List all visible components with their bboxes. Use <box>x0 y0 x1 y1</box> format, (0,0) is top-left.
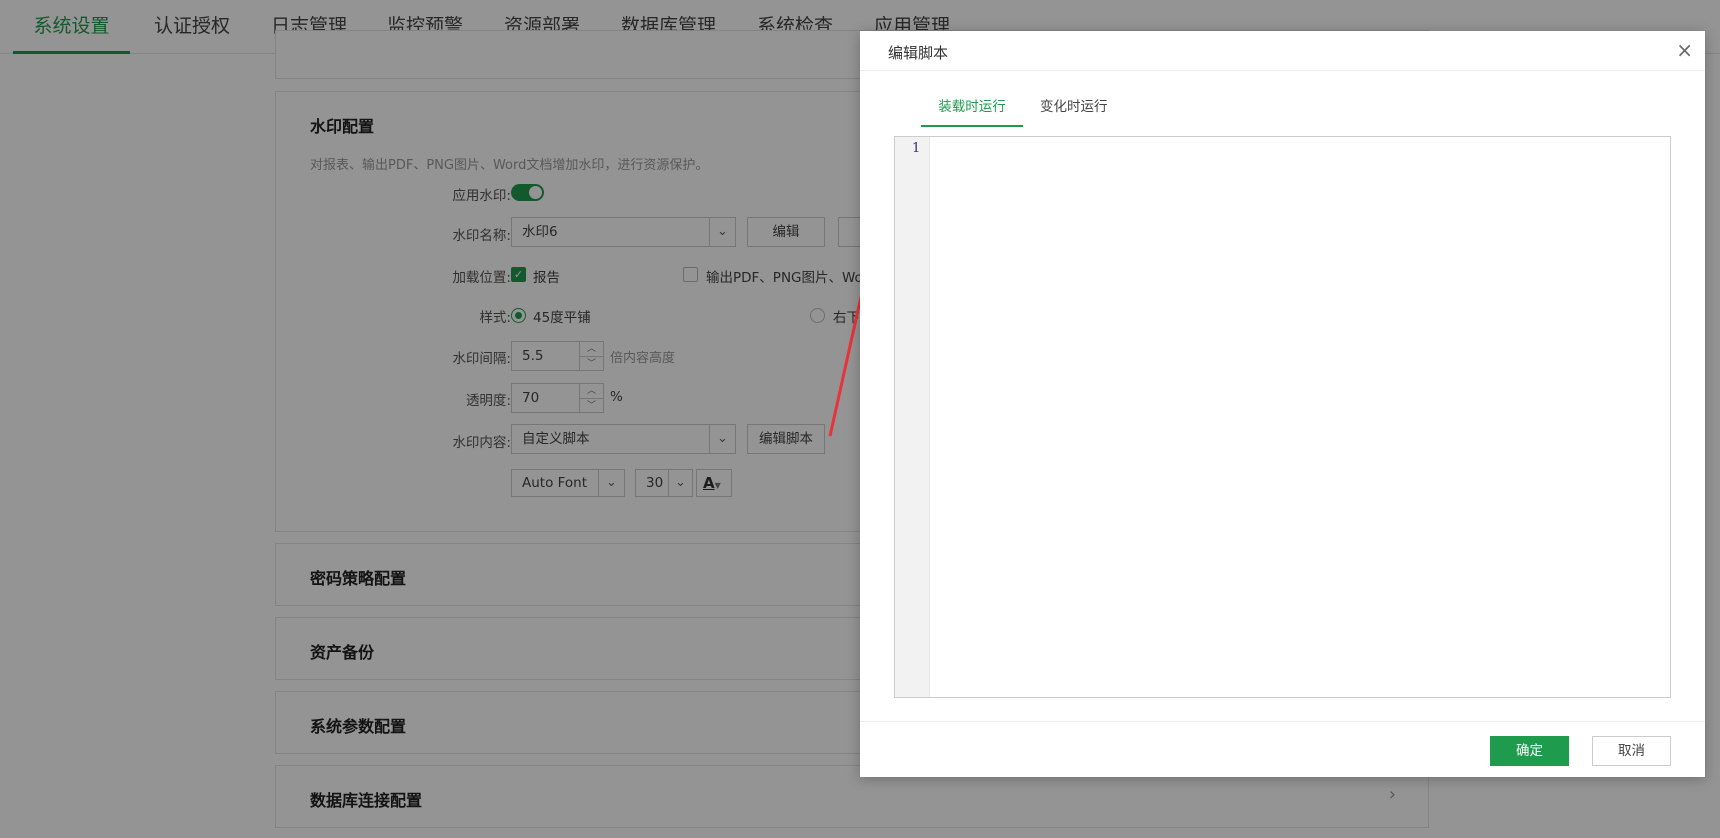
script-editor[interactable]: 1 <box>894 136 1671 698</box>
edit-script-dialog: 编辑脚本 × 装载时运行 变化时运行 1 <box>860 31 1705 777</box>
confirm-button[interactable]: 确定 <box>1490 736 1569 766</box>
tab-run-on-load[interactable]: 装载时运行 <box>921 95 1023 127</box>
close-icon[interactable]: × <box>1676 38 1693 62</box>
line-number: 1 <box>912 141 921 156</box>
tab-run-on-change[interactable]: 变化时运行 <box>1040 95 1108 127</box>
cancel-button[interactable]: 取消 <box>1592 736 1671 766</box>
dialog-footer <box>860 721 1705 777</box>
dialog-header: 编辑脚本 × <box>860 31 1705 71</box>
dialog-title: 编辑脚本 <box>888 44 949 62</box>
line-gutter: 1 <box>895 137 930 697</box>
